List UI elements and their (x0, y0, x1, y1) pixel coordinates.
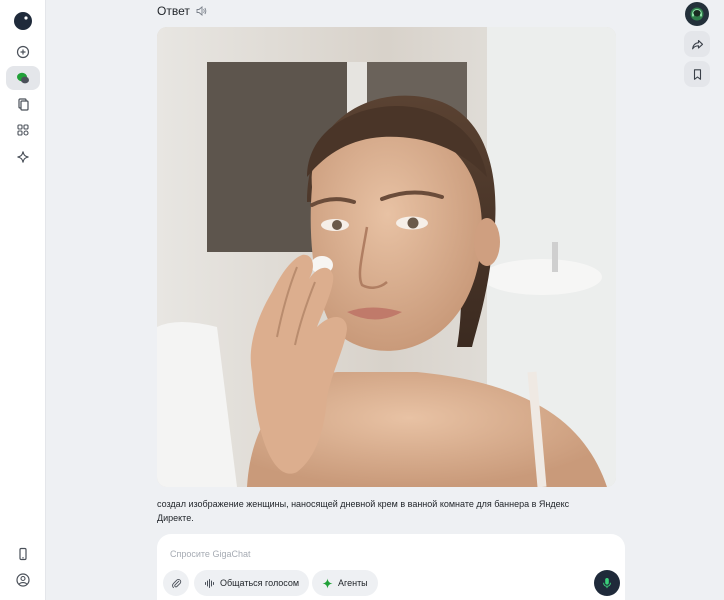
plus-chat-icon (16, 45, 30, 59)
attach-button[interactable] (163, 570, 189, 596)
generated-image-graphic (157, 27, 616, 487)
apps-button[interactable] (6, 118, 40, 142)
generated-image[interactable] (157, 27, 616, 487)
logo-button[interactable] (6, 8, 40, 34)
paperclip-icon (171, 578, 181, 588)
microphone-button[interactable] (594, 570, 620, 596)
phone-icon (19, 547, 27, 561)
sparkle-button[interactable] (6, 145, 40, 169)
voice-chat-label: Общаться голосом (220, 578, 300, 588)
agents-label: Агенты (338, 578, 368, 588)
apps-grid-icon (17, 124, 29, 136)
chats-button[interactable] (6, 66, 40, 90)
user-circle-icon (16, 573, 30, 587)
agents-button[interactable]: Агенты (312, 570, 378, 596)
sparkle-icon (17, 151, 29, 163)
message-caption: создал изображение женщины, наносящей дн… (157, 499, 570, 523)
chat-bubbles-icon (17, 72, 29, 84)
soundwave-icon (205, 578, 214, 588)
speaker-icon[interactable] (195, 5, 207, 17)
gigachat-logo-icon (14, 12, 32, 30)
profile-button[interactable] (6, 568, 40, 592)
bookmark-button[interactable] (684, 61, 710, 87)
answer-title: Ответ (157, 4, 190, 18)
assistant-avatar[interactable] (685, 2, 709, 26)
mobile-app-button[interactable] (6, 542, 40, 566)
files-icon (18, 98, 29, 111)
share-icon (691, 39, 703, 49)
app-root: Ответ создал изображение женщины, нанося… (0, 0, 724, 600)
share-button[interactable] (684, 31, 710, 57)
agents-sparkle-icon (322, 578, 333, 588)
prompt-input[interactable] (170, 549, 570, 559)
voice-chat-button[interactable]: Общаться голосом (194, 570, 310, 596)
assistant-avatar-icon (690, 7, 704, 21)
sidebar (0, 0, 46, 600)
files-button[interactable] (6, 92, 40, 116)
microphone-icon (603, 578, 611, 589)
composer: Общаться голосом Агенты (157, 534, 625, 600)
new-chat-button[interactable] (6, 40, 40, 64)
answer-header: Ответ (157, 4, 207, 18)
bookmark-icon (693, 68, 701, 80)
